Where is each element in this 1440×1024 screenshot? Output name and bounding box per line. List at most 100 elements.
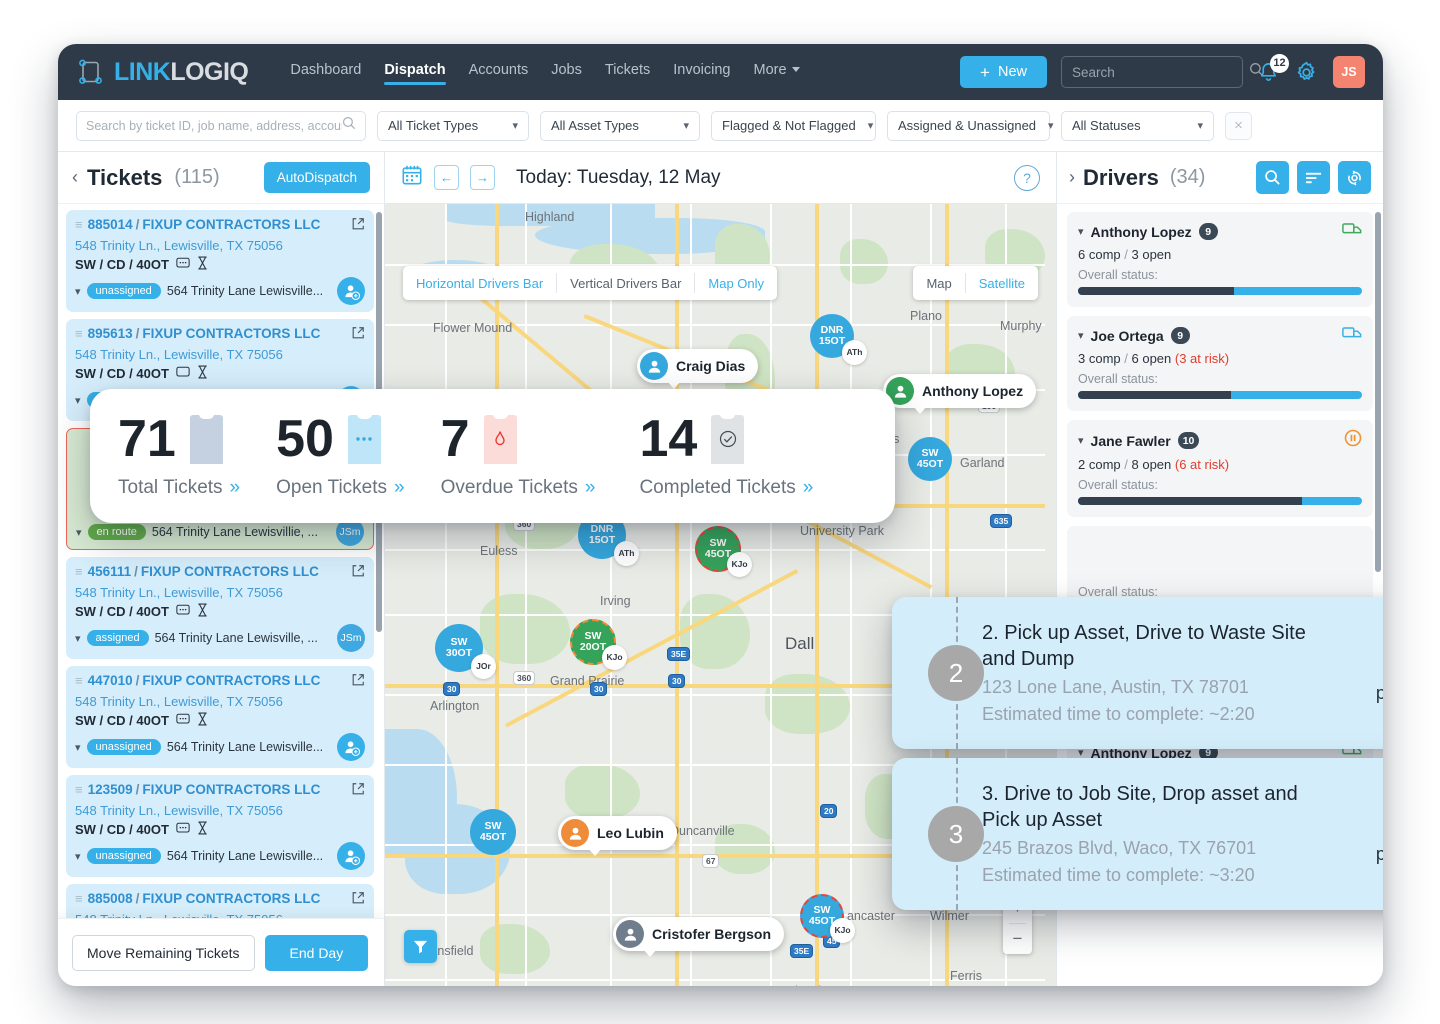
map-driver-chip[interactable]: Cristofer Bergson — [613, 917, 785, 957]
autodispatch-button[interactable]: AutoDispatch — [263, 162, 370, 193]
driver-card[interactable]: ▾ Jane Fawler 10 2 comp / 8 open (6 at r… — [1067, 420, 1373, 517]
map-driver-chip[interactable]: Craig Dias — [637, 349, 759, 389]
expand-ticket-icon[interactable]: ▾ — [76, 526, 82, 539]
stat-overdue-tickets[interactable]: 7 Overdue Tickets » — [441, 413, 595, 499]
tickets-list[interactable]: ≡ 885014 / FIXUP CONTRACTORS LLC 548 Tri… — [58, 204, 384, 918]
expand-driver-icon[interactable]: ▾ — [1078, 225, 1084, 238]
calendar-icon[interactable] — [401, 164, 423, 191]
comment-icon[interactable] — [176, 366, 190, 382]
filter-asset-types[interactable]: All Asset Types ▾ — [540, 110, 700, 141]
expand-drivers-icon[interactable]: › — [1069, 167, 1075, 188]
map-asset-pin[interactable]: SW 45OT KJo — [800, 894, 855, 943]
nav-item-jobs[interactable]: Jobs — [551, 62, 582, 83]
drag-handle-icon[interactable]: ≡ — [75, 782, 83, 797]
drivers-search-button[interactable] — [1256, 161, 1289, 194]
map-type-map[interactable]: Map — [913, 266, 964, 300]
open-external-icon[interactable] — [351, 217, 365, 236]
assign-driver-icon[interactable] — [337, 277, 365, 305]
map-asset-pin[interactable]: SW 30OT JOr — [435, 624, 496, 679]
map-driver-chip[interactable]: Leo Lubin — [558, 816, 677, 856]
filter-flagged[interactable]: Flagged & Not Flagged ▾ — [711, 110, 876, 141]
nav-item-dispatch[interactable]: Dispatch — [384, 62, 446, 85]
route-step-card[interactable]: 3 3. Drive to Job Site, Drop asset and P… — [892, 758, 1383, 910]
map-asset-pin[interactable]: SW 45OT — [470, 809, 516, 855]
new-button[interactable]: + New — [960, 56, 1047, 88]
nav-item-dashboard[interactable]: Dashboard — [290, 62, 361, 83]
map-type-satellite[interactable]: Satellite — [966, 266, 1038, 300]
driver-card[interactable]: ▾ Joe Ortega 9 3 comp / 6 open (3 at ris… — [1067, 316, 1373, 411]
help-button[interactable]: ? — [1014, 164, 1040, 191]
expand-ticket-icon[interactable]: ▾ — [75, 285, 81, 298]
clear-filters-button[interactable]: × — [1225, 111, 1252, 140]
comment-icon[interactable] — [176, 257, 190, 273]
ticket-card[interactable]: ≡ 885014 / FIXUP CONTRACTORS LLC 548 Tri… — [66, 210, 374, 312]
ticket-search-field[interactable] — [76, 110, 366, 141]
expand-ticket-icon[interactable]: ▾ — [75, 632, 81, 645]
end-day-button[interactable]: End Day — [264, 934, 369, 971]
assign-driver-icon[interactable] — [337, 842, 365, 870]
stat-completed-tickets[interactable]: 14 Completed Tickets » — [639, 413, 813, 499]
stat-total-tickets[interactable]: 71 Total Tickets » — [118, 413, 240, 499]
ticket-codes: SW / CD / 40OT — [75, 257, 169, 272]
driver-ticket-count: 9 — [1170, 327, 1190, 344]
ticket-search-input[interactable] — [86, 118, 342, 133]
mode-vertical-drivers-bar[interactable]: Vertical Drivers Bar — [557, 266, 694, 300]
expand-ticket-icon[interactable]: ▾ — [75, 850, 81, 863]
map-driver-chip[interactable]: Anthony Lopez — [883, 374, 1037, 414]
ticket-card[interactable]: ≡ 456111 / FIXUP CONTRACTORS LLC 548 Tri… — [66, 557, 374, 659]
drag-handle-icon[interactable]: ≡ — [75, 564, 83, 579]
app-logo[interactable]: LINKLOGIQ — [78, 58, 249, 87]
ticket-card[interactable]: ≡ 447010 / FIXUP CONTRACTORS LLC 548 Tri… — [66, 666, 374, 768]
nav-item-more[interactable]: More — [754, 62, 800, 83]
expand-ticket-icon[interactable]: ▾ — [75, 394, 81, 407]
map-asset-pin[interactable]: SW 20OT KJo — [570, 619, 627, 670]
global-search-input[interactable] — [1072, 64, 1249, 80]
filter-statuses[interactable]: All Statuses ▾ — [1061, 110, 1214, 141]
comment-icon[interactable] — [176, 604, 190, 620]
open-external-icon[interactable] — [351, 891, 365, 910]
previous-day-button[interactable]: ← — [434, 165, 459, 190]
assign-driver-icon[interactable] — [337, 733, 365, 761]
collapse-tickets-icon[interactable]: ‹ — [72, 167, 78, 188]
mode-map-only[interactable]: Map Only — [695, 266, 777, 300]
ticket-card[interactable]: ≡ 885008 / FIXUP CONTRACTORS LLC 548 Tri… — [66, 884, 374, 918]
drivers-scrollbar[interactable] — [1375, 212, 1381, 572]
open-external-icon[interactable] — [351, 782, 365, 801]
drag-handle-icon[interactable]: ≡ — [75, 326, 83, 341]
mode-horizontal-drivers-bar[interactable]: Horizontal Drivers Bar — [403, 266, 556, 300]
drag-handle-icon[interactable]: ≡ — [75, 891, 83, 906]
driver-avatar[interactable]: JSm — [337, 624, 365, 652]
open-external-icon[interactable] — [351, 564, 365, 583]
zoom-out-button[interactable]: − — [1003, 924, 1032, 954]
move-remaining-tickets-button[interactable]: Move Remaining Tickets — [72, 934, 255, 971]
filter-ticket-types[interactable]: All Ticket Types ▾ — [377, 110, 529, 141]
drag-handle-icon[interactable]: ≡ — [75, 673, 83, 688]
open-external-icon[interactable] — [351, 673, 365, 692]
filter-assigned[interactable]: Assigned & Unassigned ▾ — [887, 110, 1054, 141]
expand-driver-icon[interactable]: ▾ — [1078, 329, 1084, 342]
settings-button[interactable] — [1294, 60, 1319, 85]
expand-ticket-icon[interactable]: ▾ — [75, 741, 81, 754]
next-day-button[interactable]: → — [470, 165, 495, 190]
user-avatar[interactable]: JS — [1333, 56, 1365, 88]
drivers-refresh-settings-button[interactable] — [1338, 161, 1371, 194]
drivers-sort-button[interactable] — [1297, 161, 1330, 194]
map-filter-button[interactable] — [404, 930, 437, 963]
map-asset-pin[interactable]: DNR 15OT ATh — [810, 314, 867, 365]
stat-open-tickets[interactable]: 50 Open Tickets » — [276, 413, 405, 499]
nav-item-tickets[interactable]: Tickets — [605, 62, 650, 83]
global-search[interactable] — [1061, 56, 1264, 88]
nav-item-accounts[interactable]: Accounts — [469, 62, 529, 83]
open-external-icon[interactable] — [351, 326, 365, 345]
map-asset-pin[interactable]: SW 45OT — [908, 437, 952, 481]
drag-handle-icon[interactable]: ≡ — [75, 217, 83, 232]
map-asset-pin[interactable]: SW 45OT KJo — [695, 526, 752, 577]
notifications-button[interactable]: 12 — [1257, 53, 1289, 84]
comment-icon[interactable] — [176, 822, 190, 838]
comment-icon[interactable] — [176, 713, 190, 729]
route-step-card[interactable]: 2 2. Pick up Asset, Drive to Waste Site … — [892, 597, 1383, 749]
driver-card[interactable]: ▾ Anthony Lopez 9 6 comp / 3 open Overal… — [1067, 212, 1373, 307]
expand-driver-icon[interactable]: ▾ — [1078, 434, 1084, 447]
nav-item-invoicing[interactable]: Invoicing — [673, 62, 730, 83]
ticket-card[interactable]: ≡ 123509 / FIXUP CONTRACTORS LLC 548 Tri… — [66, 775, 374, 877]
